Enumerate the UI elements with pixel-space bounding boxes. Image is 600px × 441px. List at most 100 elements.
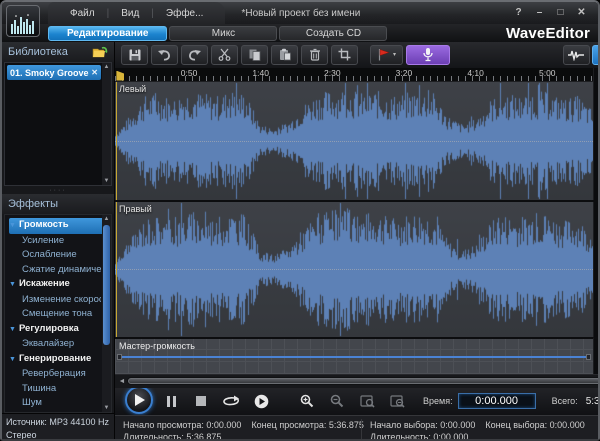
effect-item[interactable]: Сжатие динамичес...: [9, 263, 101, 278]
save-button[interactable]: [121, 44, 148, 65]
effect-item[interactable]: Эквалайзер: [9, 337, 101, 352]
collapse-icon[interactable]: ▼: [9, 356, 16, 363]
help-button[interactable]: ?: [510, 6, 527, 20]
dropdown-icon[interactable]: ▾: [393, 51, 396, 58]
library-title: Библиотека: [8, 46, 68, 58]
effect-item[interactable]: Ослабление: [9, 248, 101, 263]
db-scale-left: -3 -6 -12 -18 -∞ -18 -12 -6 -3: [592, 81, 598, 200]
effect-category-volume[interactable]: ▼ Громкость: [9, 218, 105, 234]
crop-button[interactable]: [331, 44, 358, 65]
effect-item[interactable]: Шум: [9, 396, 101, 411]
zoom-all-button[interactable]: [385, 390, 409, 412]
effect-category-special[interactable]: ▼Специальное: [9, 411, 101, 413]
view-duration-value: 5:36.875: [186, 432, 222, 441]
menu-file[interactable]: Файл: [58, 8, 107, 19]
horizontal-scrollbar[interactable]: ◄ ►: [115, 373, 598, 388]
master-volume-track[interactable]: Мастер-громкость: [115, 336, 593, 374]
delete-button[interactable]: [301, 44, 328, 65]
effects-title: Эффекты: [8, 198, 59, 210]
master-volume-envelope[interactable]: [117, 354, 591, 361]
scroll-up-icon[interactable]: ▲: [104, 63, 110, 71]
master-volume-label: Мастер-громкость: [119, 340, 195, 351]
library-header: Библиотека: [2, 42, 114, 62]
panel-resize-handle[interactable]: ····: [2, 186, 114, 194]
effect-item[interactable]: Смещение тона: [9, 307, 101, 322]
time-tick: 0:50: [180, 67, 198, 78]
master-scale: 200 100 0: [592, 336, 598, 374]
envelope-handle[interactable]: [117, 354, 122, 361]
play-selection-button[interactable]: [249, 390, 273, 412]
hscroll-thumb[interactable]: [128, 378, 598, 385]
marker-flag-button[interactable]: ▾: [370, 44, 403, 65]
loop-button[interactable]: [219, 390, 243, 412]
total-time-value: 5:36.875: [585, 395, 600, 407]
close-button[interactable]: ✕: [573, 6, 590, 20]
copy-button[interactable]: [241, 44, 268, 65]
title-bar: Файл | Вид | Эффе... *Новый проект без и…: [2, 2, 598, 37]
paste-button[interactable]: [271, 44, 298, 65]
cut-button[interactable]: [211, 44, 238, 65]
tab-editing[interactable]: Редактирование: [48, 25, 168, 41]
effect-category-generate[interactable]: ▼ Генерирование: [9, 352, 101, 368]
view-end-value: 5:36.875: [328, 420, 364, 430]
scroll-left-icon[interactable]: ◄: [117, 378, 127, 385]
selection-duration-value: 0:00.000: [433, 432, 469, 441]
open-folder-icon[interactable]: [92, 46, 108, 58]
collapse-icon[interactable]: ▼: [9, 326, 16, 333]
effect-item[interactable]: Усиление: [9, 234, 101, 249]
playhead-cursor[interactable]: [116, 201, 117, 337]
pause-button[interactable]: [159, 390, 183, 412]
zero-line: [115, 269, 593, 271]
effects-scroll-thumb[interactable]: [103, 225, 110, 345]
effect-item[interactable]: Тишина: [9, 382, 101, 397]
scroll-down-icon[interactable]: ▼: [104, 404, 110, 412]
selection-start-value: 0:00.000: [440, 420, 476, 430]
source-format: Источник: MP3 44100 Hz: [6, 417, 109, 427]
zoom-selection-button[interactable]: [355, 390, 379, 412]
record-microphone-button[interactable]: [406, 44, 450, 65]
effect-item[interactable]: Изменение скорости: [9, 293, 101, 308]
effect-category-adjust[interactable]: ▼ Регулировка: [9, 322, 101, 338]
collapse-icon[interactable]: ▼: [9, 281, 16, 288]
effects-header: Эффекты: [2, 194, 114, 214]
envelope-handle[interactable]: [585, 354, 591, 361]
tab-create-cd[interactable]: Создать CD: [279, 25, 388, 41]
time-tick: 5:00: [538, 67, 556, 78]
db-scale-right: -3 -6 -12 -18 -∞ -18 -12 -6 -3: [592, 201, 598, 337]
scroll-up-icon[interactable]: ▲: [104, 215, 110, 223]
menu-view[interactable]: Вид: [109, 8, 151, 19]
remove-item-icon[interactable]: ✕: [89, 68, 98, 77]
envelope-view-button[interactable]: [591, 44, 598, 65]
undo-button[interactable]: [151, 44, 178, 65]
stop-button[interactable]: [189, 390, 213, 412]
status-divider: [361, 419, 362, 439]
right-channel-waveform[interactable]: Правый: [115, 201, 593, 337]
effect-category-distortion[interactable]: ▼ Искажение: [9, 277, 101, 293]
window-controls: ? – □ ✕: [510, 6, 590, 20]
source-info: Источник: MP3 44100 Hz Стерео: [2, 413, 114, 440]
current-time-field[interactable]: 0:00.000: [457, 393, 536, 410]
right-channel-label: Правый: [119, 203, 152, 214]
library-scrollbar[interactable]: ▲ ▼: [102, 63, 111, 185]
play-button[interactable]: [125, 386, 153, 415]
library-item-label: 01. Smoky Grooves #0...: [10, 67, 89, 78]
library-item[interactable]: 01. Smoky Grooves #0... ✕: [7, 65, 101, 80]
playhead-cursor[interactable]: [116, 81, 117, 200]
source-channels: Стерео: [6, 430, 37, 440]
selection-status: Начало выбора: 0:00.000 Конец выбора: 0:0…: [370, 420, 585, 441]
redo-button[interactable]: [181, 44, 208, 65]
zoom-out-button[interactable]: [325, 390, 349, 412]
effect-item[interactable]: Реверберация: [9, 367, 101, 382]
maximize-button[interactable]: □: [552, 6, 569, 20]
minimize-button[interactable]: –: [531, 6, 548, 20]
tab-mix[interactable]: Микс: [169, 25, 278, 41]
collapse-icon[interactable]: ▼: [9, 222, 16, 229]
waveform-view-button[interactable]: [562, 44, 590, 65]
scroll-down-icon[interactable]: ▼: [104, 177, 110, 185]
left-channel-waveform[interactable]: Левый: [115, 81, 593, 200]
zoom-in-button[interactable]: [295, 390, 319, 412]
start-marker-icon[interactable]: [116, 70, 124, 81]
transport-bar: Время: 0:00.000 Всего: 5:36.875: [115, 386, 600, 415]
menu-effects[interactable]: Эффе...: [154, 8, 216, 19]
timeline-ruler[interactable]: 0:50 1:40 2:30 3:20 4:10 5:00: [115, 67, 593, 82]
